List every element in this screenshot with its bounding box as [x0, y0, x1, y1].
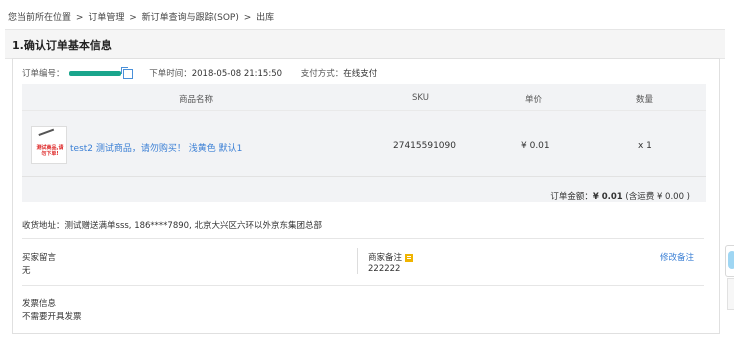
- col-header-qty: 数量: [636, 95, 654, 105]
- shipping-address: 收货地址：测试赠送满单sss, 186****7890, 北京大兴区六环以外京东…: [22, 219, 322, 231]
- col-header-sku: SKU: [412, 93, 429, 103]
- flag-icon: [405, 253, 414, 262]
- breadcrumb-sep: >: [75, 13, 84, 23]
- seller-note-value: 222222: [368, 264, 401, 274]
- invoice-value: 不需要开具发票: [22, 312, 82, 322]
- divider-vertical: [357, 248, 358, 274]
- order-summary: 订单编号： 下单时间：2018-05-08 21:15:50 支付方式：在线支付: [22, 66, 378, 79]
- breadcrumb-sep: >: [243, 13, 252, 23]
- floating-side-tab[interactable]: [727, 278, 734, 310]
- breadcrumb-prefix: 您当前所在位置: [8, 13, 72, 23]
- col-header-name: 商品名称: [179, 95, 214, 105]
- seller-note-label: 商家备注: [368, 253, 403, 263]
- divider: [22, 285, 704, 286]
- buyer-note-label: 买家留言: [22, 253, 57, 263]
- divider: [22, 238, 704, 239]
- col-header-price: 单价: [525, 95, 543, 105]
- page-title: 1.确认订单基本信息: [12, 39, 112, 52]
- payment-label: 支付方式：: [300, 69, 344, 79]
- total-freight: (含运费 ¥ 0.00 ): [622, 192, 690, 202]
- product-image-icon: [38, 128, 58, 146]
- breadcrumb-sep: >: [129, 13, 137, 23]
- buyer-note-value: 无: [22, 266, 31, 276]
- address-value: 测试赠送满单sss, 186****7890, 北京大兴区六环以外京东集团总部: [64, 221, 322, 231]
- invoice-label: 发票信息: [22, 299, 57, 309]
- order-total: 订单金额：¥ 0.01 (含运费 ¥ 0.00 ): [550, 190, 690, 202]
- order-id-label: 订单编号：: [22, 69, 65, 79]
- floating-helper-button[interactable]: [725, 245, 734, 277]
- total-label: 订单金额：: [550, 192, 593, 202]
- payment-value: 在线支付: [343, 69, 378, 79]
- helper-icon: [728, 251, 734, 269]
- address-label: 收货地址：: [22, 221, 65, 231]
- section-header: [5, 29, 725, 59]
- sku-value: 27415591090: [393, 141, 456, 151]
- breadcrumb-current: 出库: [256, 13, 275, 23]
- order-id-redacted: [68, 71, 121, 76]
- divider: [22, 176, 706, 177]
- seller-note-header: 商家备注: [368, 251, 414, 263]
- copy-icon[interactable]: [120, 66, 133, 79]
- edit-note-link[interactable]: 修改备注: [660, 251, 694, 263]
- order-time-label: 下单时间：: [149, 69, 192, 79]
- product-thumbnail[interactable]: 测试商品,请勿下单!: [31, 126, 67, 164]
- price-value: ¥ 0.01: [521, 141, 550, 151]
- breadcrumb: 您当前所在位置 > 订单管理 > 新订单查询与跟踪(SOP) > 出库: [8, 10, 276, 23]
- breadcrumb-order-management[interactable]: 订单管理: [88, 13, 124, 23]
- breadcrumb-order-query[interactable]: 新订单查询与跟踪(SOP): [142, 13, 239, 23]
- quantity-value: x 1: [638, 141, 652, 151]
- thumbnail-caption: 测试商品,请勿下单!: [36, 145, 64, 157]
- product-name-link[interactable]: test2 测试商品，请勿购买！ 浅黄色 默认1: [70, 141, 242, 154]
- order-time-value: 2018-05-08 21:15:50: [191, 69, 283, 79]
- total-amount: ¥ 0.01: [592, 192, 623, 202]
